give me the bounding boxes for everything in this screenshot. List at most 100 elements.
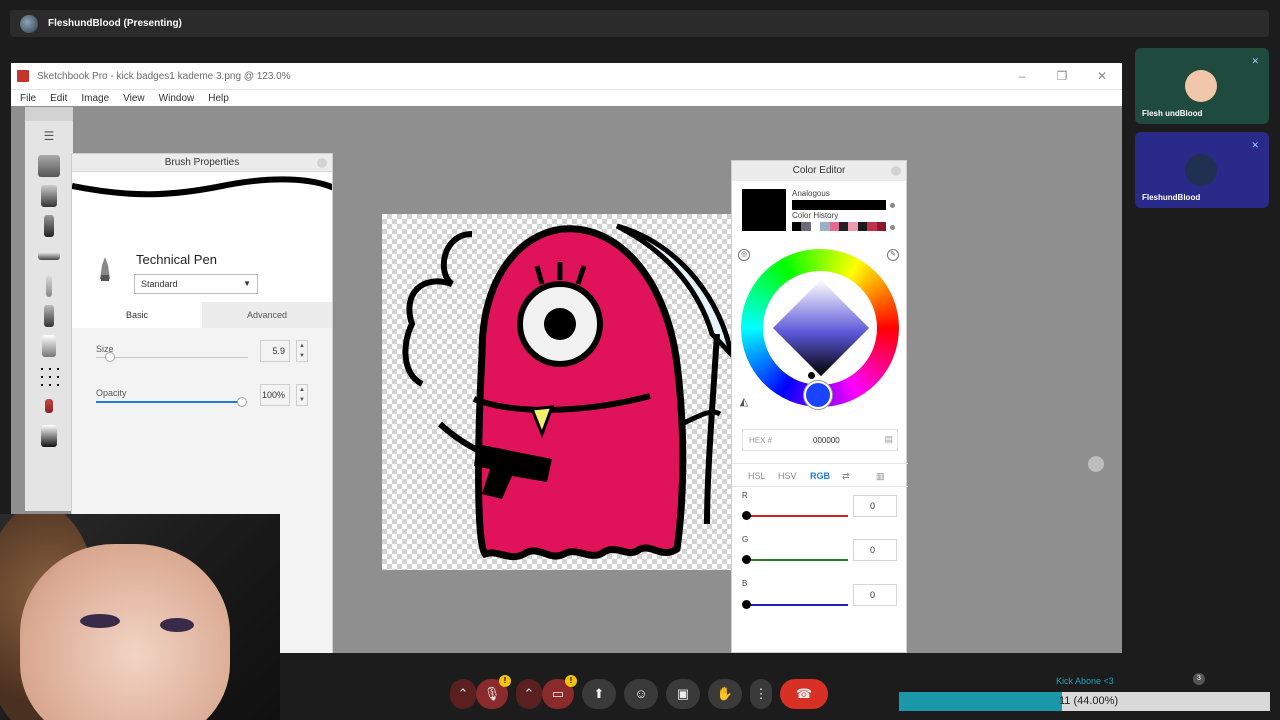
present-button[interactable]: ⬆ <box>582 678 616 709</box>
history-swatch[interactable] <box>867 222 877 231</box>
tool-fill[interactable] <box>25 421 73 451</box>
copy-icon[interactable]: ▤ <box>884 434 893 445</box>
shuffle-icon[interactable]: ⇄ <box>842 471 850 482</box>
history-swatch[interactable] <box>857 222 868 231</box>
menu-window[interactable]: Window <box>159 93 195 104</box>
camera-options-button[interactable]: ⌃ <box>516 678 542 709</box>
color-editor-header[interactable]: Color Editor <box>732 161 906 181</box>
tool-eraser[interactable] <box>25 391 73 421</box>
menu-view[interactable]: View <box>123 93 145 104</box>
emoji-button[interactable]: ☺ <box>624 678 658 709</box>
stars-icon <box>38 365 60 387</box>
color-editor-title: Color Editor <box>792 165 846 176</box>
warning-badge: ! <box>565 674 577 687</box>
opacity-value-field[interactable]: 100% <box>260 384 290 406</box>
tool-chalk[interactable] <box>25 301 73 331</box>
opacity-slider-track[interactable] <box>96 401 242 403</box>
analogous-menu-icon[interactable] <box>890 203 895 208</box>
history-swatch[interactable] <box>829 222 840 231</box>
tool-ruler[interactable] <box>25 241 73 271</box>
channel-r-slider[interactable] <box>746 515 848 517</box>
channel-g-field[interactable]: 0 <box>853 539 897 561</box>
swatches-icon[interactable]: ▥ <box>876 471 885 482</box>
channel-b-slider[interactable] <box>746 604 848 606</box>
analogous-colors[interactable] <box>792 200 886 210</box>
tool-pencil[interactable] <box>25 271 73 301</box>
close-icon[interactable] <box>317 158 327 168</box>
participant-tile[interactable]: ✕ FleshundBlood <box>1135 132 1269 208</box>
history-swatch[interactable] <box>801 222 811 231</box>
raise-hand-button[interactable]: ✋ <box>708 678 742 709</box>
brush-panel-header[interactable]: Brush Properties <box>72 154 332 172</box>
color-picker-dot[interactable] <box>807 371 816 380</box>
close-icon[interactable]: ✕ <box>1094 68 1110 84</box>
tool-airbrush[interactable] <box>25 151 73 181</box>
mode-hsv[interactable]: HSV <box>778 471 797 481</box>
captions-button[interactable]: ▣ <box>666 678 700 709</box>
triangle-mode-icon[interactable]: ◭ <box>738 397 750 409</box>
sliders-icon[interactable]: ☰ <box>44 129 55 143</box>
channel-g-thumb[interactable] <box>742 555 751 564</box>
restore-icon[interactable]: ❐ <box>1054 68 1070 84</box>
channel-b-field[interactable]: 0 <box>853 584 897 606</box>
eyedropper-icon[interactable]: ✎ <box>887 249 899 261</box>
channel-g-slider[interactable] <box>746 559 848 561</box>
channel-b-thumb[interactable] <box>742 600 751 609</box>
history-swatch[interactable] <box>876 222 887 231</box>
color-editor-panel: Color Editor Analogous Color History ◎ ✎… <box>731 160 908 653</box>
menu-image[interactable]: Image <box>81 93 109 104</box>
history-swatch[interactable] <box>820 222 830 231</box>
channel-r-thumb[interactable] <box>742 511 751 520</box>
opacity-stepper[interactable]: ▲ ▼ <box>296 384 308 406</box>
history-swatch[interactable] <box>792 222 802 231</box>
tool-stamp[interactable] <box>25 361 73 391</box>
drawing-canvas[interactable] <box>382 214 731 570</box>
close-icon[interactable] <box>891 166 901 176</box>
minimize-icon[interactable]: – <box>1014 68 1030 84</box>
call-controls: ⌃ 🎙 ! ⌃ ▭ ! ⬆ ☺ ▣ ✋ ⋮ ☎ <box>450 674 828 710</box>
camera-toggle-button[interactable]: ▭ ! <box>542 674 577 709</box>
tab-advanced[interactable]: Advanced <box>202 302 332 328</box>
mic-options-button[interactable]: ⌃ <box>450 678 476 709</box>
channel-r-field[interactable]: 0 <box>853 495 897 517</box>
menu-bar: File Edit Image View Window Help <box>11 90 1122 106</box>
hex-field[interactable]: HEX # 000000 ▤ <box>742 429 898 451</box>
end-call-button[interactable]: ☎ <box>780 678 828 709</box>
size-stepper[interactable]: ▲ ▼ <box>296 340 308 362</box>
avatar <box>1185 154 1217 186</box>
current-color-swatch[interactable] <box>742 189 786 231</box>
airbrush-icon <box>38 155 60 177</box>
mode-hsl[interactable]: HSL <box>748 471 766 481</box>
color-mode-tabs: HSL HSV RGB ⇄ ▥ <box>732 463 908 487</box>
tool-marker[interactable] <box>25 181 73 211</box>
brush-preset-select[interactable]: Standard ▼ <box>134 274 258 294</box>
toolbox-header[interactable] <box>25 107 73 121</box>
floating-puck-icon[interactable] <box>1088 456 1104 472</box>
menu-help[interactable]: Help <box>208 93 229 104</box>
window-titlebar[interactable]: Sketchbook Pro - kick badges1 kademe 3.p… <box>11 63 1122 90</box>
more-options-button[interactable]: ⋮ <box>750 678 772 709</box>
kick-goal-progress-fill <box>899 692 1063 711</box>
history-swatch[interactable] <box>810 222 821 231</box>
participant-tile[interactable]: ✕ Flesh undBlood <box>1135 48 1269 124</box>
tool-pen[interactable] <box>25 211 73 241</box>
history-menu-icon[interactable] <box>890 225 895 230</box>
webcam-eye <box>80 614 120 628</box>
history-swatch[interactable] <box>848 222 858 231</box>
history-swatch[interactable] <box>839 222 849 231</box>
opacity-slider-thumb[interactable] <box>237 397 247 407</box>
size-slider-track[interactable] <box>96 357 248 358</box>
menu-file[interactable]: File <box>20 93 36 104</box>
presenting-label: FleshundBlood (Presenting) <box>48 18 182 29</box>
menu-edit[interactable]: Edit <box>50 93 67 104</box>
mode-rgb[interactable]: RGB <box>810 471 830 481</box>
tab-basic[interactable]: Basic <box>72 302 202 328</box>
toolbox-settings-row[interactable]: ☰ <box>25 121 73 151</box>
color-history[interactable] <box>792 222 887 231</box>
hue-handle[interactable] <box>804 381 832 409</box>
tool-brush[interactable] <box>25 331 73 361</box>
pencil-icon <box>46 275 52 297</box>
size-value-field[interactable]: 5.9 <box>260 340 290 362</box>
globe-icon[interactable]: ◎ <box>738 249 750 261</box>
mic-toggle-button[interactable]: 🎙 ! <box>476 674 511 709</box>
